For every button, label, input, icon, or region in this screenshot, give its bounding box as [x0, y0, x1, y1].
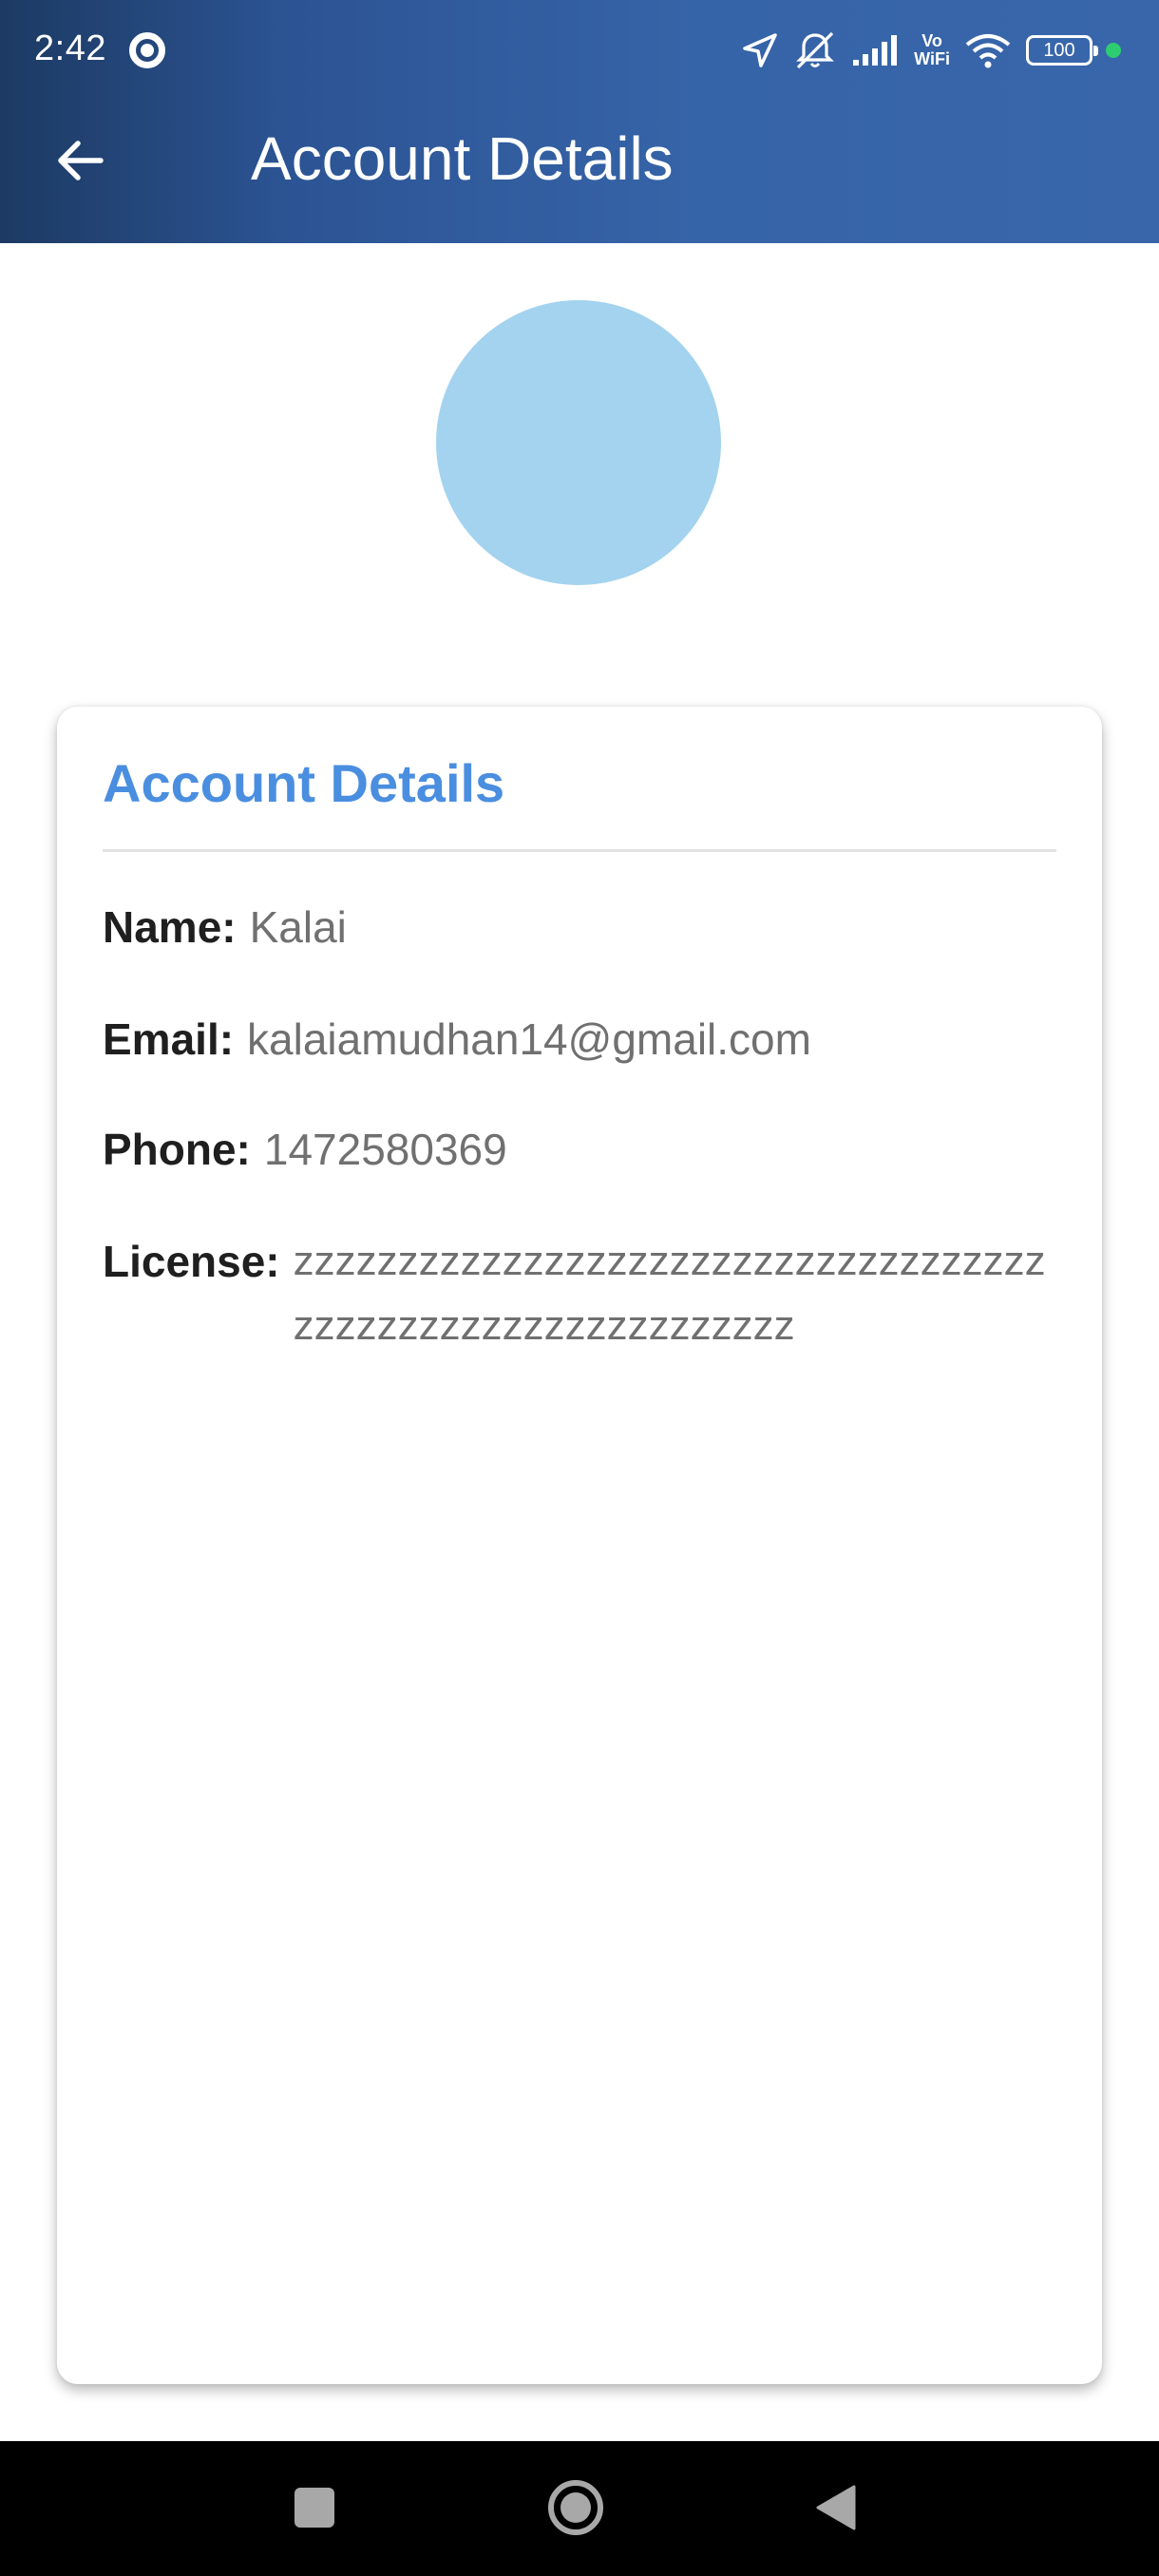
status-bar: 2:42 Vo WiFi 100	[0, 0, 1159, 99]
license-value: zzzzzzzzzzzzzzzzzzzzzzzzzzzzzzzzzzzzzzzz…	[293, 1238, 1046, 1349]
vowifi-indicator: Vo WiFi	[914, 32, 950, 68]
name-row: Name: Kalai	[103, 895, 1062, 959]
signal-strength-icon	[853, 35, 898, 66]
app-bar: 2:42 Vo WiFi 100 Account Details	[0, 0, 1159, 243]
square-icon	[294, 2488, 334, 2528]
wifi-icon	[965, 34, 1011, 68]
phone-label: Phone:	[103, 1125, 251, 1174]
phone-value: 1472580369	[263, 1125, 507, 1174]
account-details-card: Account Details Name: Kalai Email: kalai…	[57, 707, 1102, 2384]
vowifi-label: Vo	[922, 31, 942, 50]
vibrate-mute-icon	[796, 31, 835, 69]
vowifi-sub-label: WiFi	[914, 49, 950, 68]
name-value: Kalai	[249, 902, 347, 952]
phone-row: Phone: 1472580369	[103, 1117, 1062, 1182]
card-divider	[103, 849, 1056, 852]
page-title: Account Details	[251, 124, 674, 193]
arrow-left-icon	[58, 141, 104, 180]
record-indicator-icon	[129, 32, 165, 68]
recent-apps-button[interactable]	[276, 2470, 352, 2546]
status-icons: Vo WiFi 100	[741, 25, 1121, 76]
license-label: License:	[103, 1237, 280, 1286]
back-nav-button[interactable]	[798, 2470, 874, 2546]
system-navigation-bar	[0, 2441, 1159, 2576]
circle-icon	[548, 2480, 603, 2535]
card-title: Account Details	[103, 753, 505, 813]
email-label: Email:	[103, 1014, 235, 1064]
triangle-back-icon	[816, 2485, 856, 2530]
status-time: 2:42	[34, 28, 106, 68]
email-value: kalaiamudhan14@gmail.com	[247, 1014, 811, 1064]
back-button[interactable]	[42, 129, 118, 192]
email-row: Email: kalaiamudhan14@gmail.com	[103, 1007, 1062, 1071]
home-button[interactable]	[538, 2470, 614, 2546]
battery-indicator: 100	[1026, 35, 1098, 66]
license-row: License: zzzzzzzzzzzzzzzzzzzzzzzzzzzzzzz…	[103, 1229, 1062, 1358]
privacy-dot-icon	[1106, 43, 1121, 58]
avatar[interactable]	[436, 300, 721, 585]
location-arrow-icon	[743, 33, 777, 67]
name-label: Name:	[103, 902, 237, 952]
